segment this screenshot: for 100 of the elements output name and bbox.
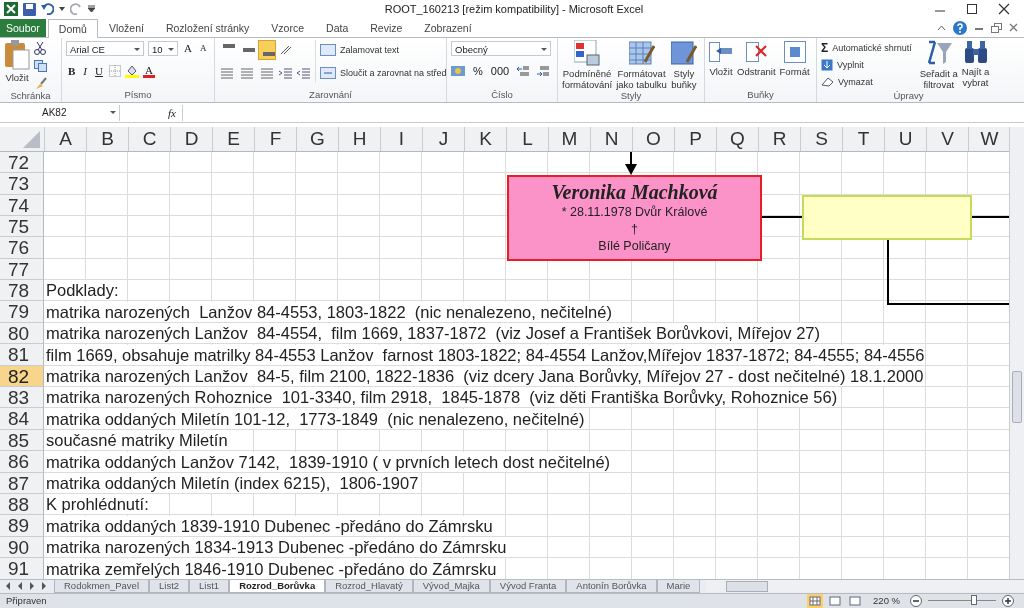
- indent-icon[interactable]: [279, 67, 293, 80]
- column-header[interactable]: E: [212, 126, 254, 151]
- row-header[interactable]: 89: [0, 515, 44, 537]
- column-header[interactable]: C: [128, 126, 170, 151]
- number-format-field[interactable]: Obecný: [451, 40, 551, 56]
- vertical-align-icon[interactable]: [259, 41, 275, 60]
- currency-icon[interactable]: [451, 65, 467, 78]
- sheet-tab[interactable]: Rodokmen_Pavel: [54, 579, 149, 593]
- row-header[interactable]: 81: [0, 344, 44, 366]
- row-header[interactable]: 82: [0, 365, 44, 388]
- restore-icon[interactable]: [991, 22, 1002, 33]
- font-family-field[interactable]: Arial CE: [66, 40, 144, 56]
- zoom-out-icon[interactable]: [910, 594, 922, 607]
- underline-button[interactable]: U: [93, 65, 105, 78]
- column-header[interactable]: F: [254, 126, 296, 151]
- caret-icon[interactable]: [59, 7, 65, 12]
- grow-font-button[interactable]: A: [182, 42, 194, 55]
- column-header[interactable]: H: [338, 126, 380, 151]
- row-header[interactable]: 88: [0, 494, 44, 516]
- binoculars-icon[interactable]: [963, 39, 988, 64]
- sheet-tab[interactable]: Vývod Franta: [489, 579, 567, 593]
- view-button[interactable]: [847, 593, 864, 608]
- brush-icon[interactable]: [34, 76, 47, 90]
- ribbon-tab[interactable]: Domů: [47, 18, 98, 38]
- fill-color-icon[interactable]: [124, 64, 139, 79]
- row-header[interactable]: 76: [0, 237, 44, 259]
- sort-filter-button[interactable]: Seřadit a filtrovat: [919, 67, 958, 90]
- row-header[interactable]: 86: [0, 451, 44, 473]
- thousands-button[interactable]: 000: [488, 65, 512, 78]
- ribbon-tab[interactable]: Vzorce: [260, 18, 316, 37]
- font-size-field[interactable]: 10: [148, 40, 178, 56]
- column-header[interactable]: J: [422, 126, 464, 151]
- ribbon-tab[interactable]: Zobrazení: [413, 18, 483, 37]
- row-header[interactable]: 83: [0, 387, 44, 409]
- scissors-icon[interactable]: [34, 41, 46, 55]
- ribbon-tab[interactable]: Rozložení stránky: [154, 18, 261, 37]
- row-header[interactable]: 74: [0, 194, 44, 216]
- conditional-format-icon[interactable]: [574, 39, 601, 66]
- ribbon-tab[interactable]: Vložení: [97, 18, 155, 37]
- maximize-icon[interactable]: [966, 3, 978, 16]
- styles-button[interactable]: Styly buňky: [671, 67, 697, 90]
- column-header[interactable]: U: [884, 126, 926, 151]
- zoom-slider[interactable]: [971, 595, 978, 606]
- sheet-tab[interactable]: Rozrod_Borůvka: [229, 579, 326, 593]
- column-header[interactable]: L: [506, 126, 548, 151]
- ribbon-tab[interactable]: Revize: [359, 18, 414, 37]
- column-header[interactable]: B: [86, 126, 128, 151]
- column-header[interactable]: V: [926, 126, 968, 151]
- row-header[interactable]: 90: [0, 536, 44, 559]
- cells-button[interactable]: Formát: [779, 65, 810, 77]
- merge-center-button[interactable]: Sloučit a zarovnat na střed: [340, 68, 447, 79]
- zoom-level[interactable]: 220 %: [867, 595, 906, 607]
- row-header[interactable]: 72: [0, 151, 44, 174]
- undo-icon[interactable]: [41, 3, 54, 16]
- customize-caret-icon[interactable]: [88, 5, 95, 14]
- shrink-font-button[interactable]: A: [197, 43, 209, 54]
- column-header[interactable]: Q: [716, 126, 758, 151]
- column-header[interactable]: M: [548, 126, 590, 151]
- percent-button[interactable]: %: [471, 65, 485, 78]
- view-button[interactable]: [827, 593, 844, 608]
- clear-button[interactable]: Vymazat: [838, 76, 873, 87]
- decrease-decimal-icon[interactable]: [535, 65, 552, 78]
- collapse-ribbon-icon[interactable]: [937, 24, 946, 31]
- sheet-tab[interactable]: List2: [149, 579, 190, 593]
- font-color-button[interactable]: A: [142, 64, 155, 78]
- save-icon[interactable]: [23, 2, 36, 16]
- row-header[interactable]: 77: [0, 258, 44, 281]
- delete-cells-icon[interactable]: [744, 39, 769, 64]
- sheet-tab[interactable]: Marie: [656, 579, 701, 593]
- row-header[interactable]: 78: [0, 280, 44, 302]
- column-header[interactable]: N: [590, 126, 632, 151]
- sheet-tab[interactable]: Rozrod_Hlavatý: [325, 579, 413, 593]
- help-icon[interactable]: [953, 20, 967, 35]
- clipboard-icon[interactable]: [4, 39, 30, 70]
- insert-function-button[interactable]: fx: [120, 107, 182, 120]
- column-header[interactable]: O: [632, 126, 674, 151]
- indent-icon[interactable]: [297, 67, 311, 80]
- horizontal-scrollbar[interactable]: [706, 580, 1024, 593]
- autosum-button[interactable]: Automatické shrnutí: [832, 42, 912, 53]
- table-format-icon[interactable]: [628, 39, 655, 66]
- sheet-tab[interactable]: Vývod_Majka: [412, 579, 490, 593]
- fill-button[interactable]: Vyplnit: [837, 59, 864, 70]
- zoom-in-icon[interactable]: [1002, 594, 1014, 607]
- cell-styles-icon[interactable]: [670, 39, 697, 66]
- row-header[interactable]: 73: [0, 173, 44, 195]
- wrap-text-button[interactable]: Zalamovat text: [340, 45, 400, 56]
- ribbon-tab[interactable]: Data: [315, 18, 360, 37]
- styles-button[interactable]: Podmíněné formátování: [562, 67, 613, 90]
- column-header[interactable]: I: [380, 126, 422, 151]
- row-header[interactable]: 75: [0, 215, 44, 238]
- column-header[interactable]: G: [296, 126, 338, 151]
- sheet-tab[interactable]: List1: [189, 579, 230, 593]
- row-header[interactable]: 79: [0, 301, 44, 323]
- row-header[interactable]: 80: [0, 322, 44, 345]
- column-header[interactable]: T: [842, 126, 884, 151]
- column-header[interactable]: K: [464, 126, 506, 151]
- insert-cells-icon[interactable]: [709, 39, 733, 64]
- row-header[interactable]: 85: [0, 429, 44, 452]
- bold-button[interactable]: B: [66, 65, 78, 78]
- row-header[interactable]: 84: [0, 408, 44, 430]
